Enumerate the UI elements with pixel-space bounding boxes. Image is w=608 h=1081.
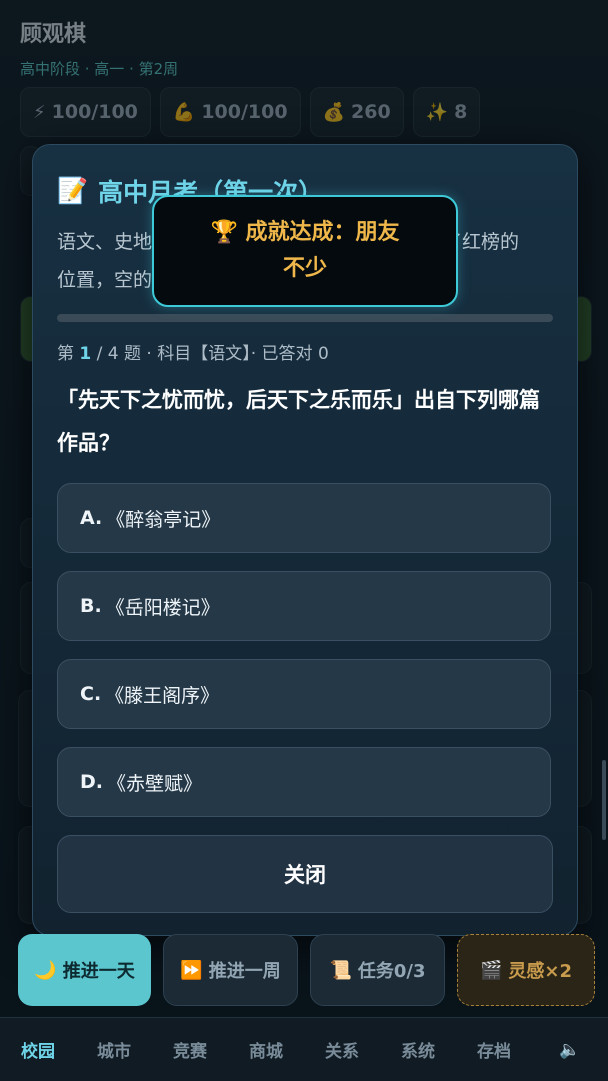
quiz-progress-bar <box>57 314 553 322</box>
action-label: 灵感×2 <box>508 961 573 982</box>
achievement-toast: 🏆 成就达成：朋友 不少 <box>152 195 458 307</box>
option-key: D. <box>80 771 103 793</box>
option-key: B. <box>80 595 102 617</box>
nav-campus[interactable]: 校园 <box>0 1037 76 1062</box>
scroll-icon: 📜 <box>329 959 352 981</box>
nav-city[interactable]: 城市 <box>76 1037 152 1062</box>
meta-suffix: 题 · 科目【语文】· 已答对 0 <box>118 344 329 364</box>
option-text: 《滕王阁序》 <box>105 684 220 707</box>
nav-relations[interactable]: 关系 <box>304 1037 380 1062</box>
tasks-button[interactable]: 📜 任务0/3 <box>310 934 445 1006</box>
action-label: 任务0/3 <box>357 961 426 982</box>
advance-day-button[interactable]: 🌙 推进一天 <box>18 934 151 1006</box>
action-label: 推进一周 <box>208 961 281 982</box>
clapper-icon: 🎬 <box>479 959 503 981</box>
nav-save[interactable]: 存档 <box>456 1037 532 1062</box>
toast-text: 不少 <box>282 256 327 281</box>
trophy-icon: 🏆 <box>210 220 238 245</box>
memo-icon: 📝 <box>57 176 89 205</box>
question-number: 1 <box>79 344 92 364</box>
option-text: 《赤壁赋》 <box>107 772 203 795</box>
nav-shop[interactable]: 商城 <box>228 1037 304 1062</box>
moon-icon: 🌙 <box>34 959 57 981</box>
question-total: 4 <box>107 344 119 364</box>
option-key: A. <box>80 507 103 529</box>
option-c-button[interactable]: C. 《滕王阁序》 <box>57 659 551 729</box>
toast-text: 成就达成：朋友 <box>245 220 400 245</box>
nav-competition[interactable]: 竞赛 <box>152 1037 228 1062</box>
option-b-button[interactable]: B. 《岳阳楼记》 <box>57 571 551 641</box>
nav-system[interactable]: 系统 <box>380 1037 456 1062</box>
speaker-icon[interactable]: 🔈 <box>532 1040 608 1060</box>
action-bar: 🌙 推进一天 ⏩ 推进一周 📜 任务0/3 🎬 灵感×2 <box>18 934 595 1006</box>
advance-week-button[interactable]: ⏩ 推进一周 <box>163 934 298 1006</box>
bottom-nav: 校园 城市 竞赛 商城 关系 系统 存档 🔈 <box>0 1017 608 1081</box>
fast-forward-icon: ⏩ <box>180 959 203 981</box>
option-a-button[interactable]: A. 《醉翁亭记》 <box>57 483 551 553</box>
question-text: 「先天下之忧而忧，后天下之乐而乐」出自下列哪篇作品？ <box>57 388 540 455</box>
option-key: C. <box>80 683 102 705</box>
action-label: 推进一天 <box>62 961 135 982</box>
scrollbar[interactable] <box>602 760 606 840</box>
option-text: 《岳阳楼记》 <box>105 596 220 619</box>
close-button[interactable]: 关闭 <box>57 835 553 913</box>
option-d-button[interactable]: D. 《赤壁赋》 <box>57 747 551 817</box>
question-meta: 第 1 / 4 题 · 科目【语文】· 已答对 0 <box>57 344 329 364</box>
option-text: 《醉翁亭记》 <box>106 508 221 531</box>
inspiration-button[interactable]: 🎬 灵感×2 <box>457 934 595 1006</box>
meta-prefix: 第 <box>57 344 80 364</box>
